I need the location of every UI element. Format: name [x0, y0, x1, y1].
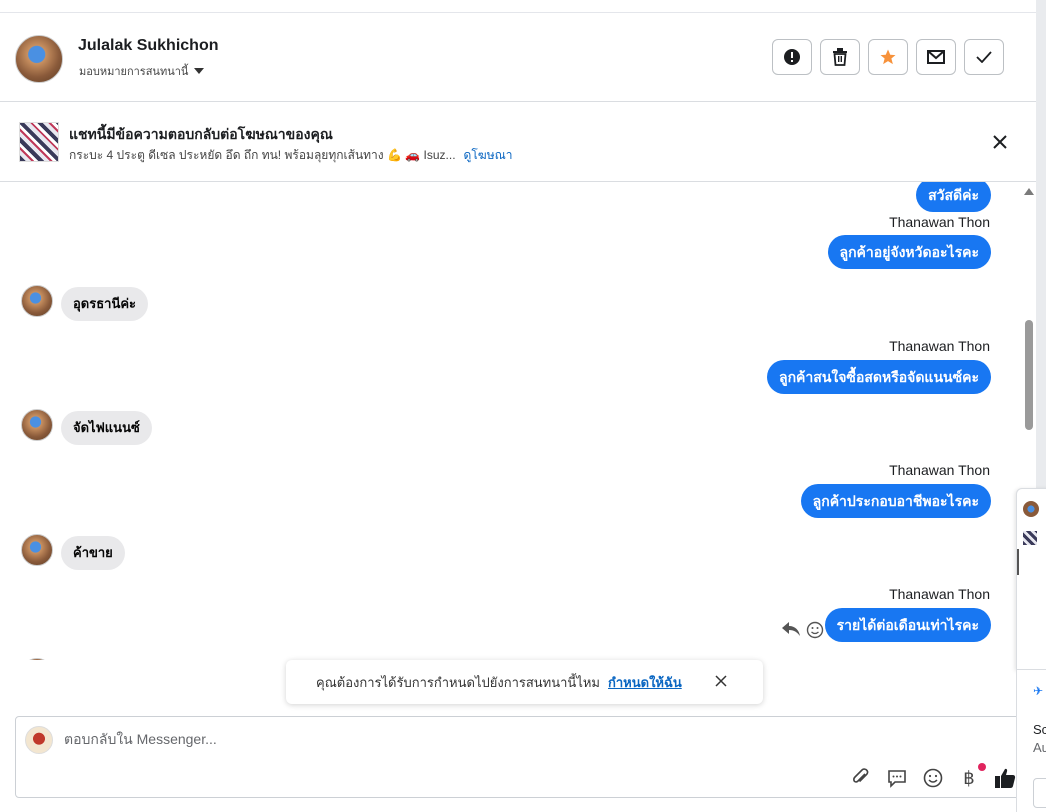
check-icon [976, 51, 992, 63]
side-panel-button[interactable] [1033, 778, 1046, 808]
star-button[interactable] [868, 39, 908, 75]
message-bubble-outgoing[interactable]: รายได้ต่อเดือนเท่าไรคะ [824, 608, 991, 642]
assign-prompt-text: คุณต้องการได้รับการกำหนดไปยังการสนทนานี้… [316, 674, 600, 690]
trash-icon [833, 48, 847, 66]
assign-dropdown[interactable]: มอบหมายการสนทนานี้ [79, 62, 205, 80]
assign-prompt-toast: คุณต้องการได้รับการกำหนดไปยังการสนทนานี้… [286, 660, 763, 704]
header-actions [772, 39, 1004, 75]
messenger-inbox-page: Julalak Sukhichon มอบหมายการสนทนานี้ แชท… [0, 0, 1046, 812]
message-bubble-incoming[interactable]: อุดรธานีค่ะ [61, 287, 149, 321]
notification-dot [978, 763, 986, 771]
react-emoji-icon[interactable] [806, 621, 824, 639]
chat-bubble-icon[interactable] [886, 767, 908, 789]
contact-avatar-small[interactable] [21, 658, 53, 660]
side-panel-text: Sc [1033, 722, 1046, 737]
paperclip-icon[interactable] [850, 767, 872, 789]
ad-banner-subtitle: กระบะ 4 ประตู ดีเซล ประหยัด อึด ถึก ทน! … [69, 146, 512, 165]
scroll-up-arrow[interactable] [1024, 188, 1034, 195]
emoji-icon[interactable] [922, 767, 944, 789]
envelope-icon [927, 50, 945, 64]
contact-avatar[interactable] [15, 35, 63, 83]
message-thread[interactable]: สวัสดีค่ะ Thanawan Thon ลูกค้าอยู่จังหวั… [0, 182, 1020, 660]
message-bubble-incoming[interactable]: ค้าขาย [61, 536, 125, 570]
ad-reply-banner: แชทนี้มีข้อความตอบกลับต่อโฆษณาของคุณ กระ… [0, 102, 1036, 182]
scrollbar-thumb[interactable] [1025, 320, 1033, 430]
message-composer: ฿ [15, 716, 1025, 798]
secondary-chat-panel[interactable] [1016, 488, 1046, 670]
page-avatar [25, 726, 53, 754]
ad-thumbnail [1023, 531, 1037, 545]
sender-name: Thanawan Thon [889, 462, 990, 478]
mark-done-button[interactable] [964, 39, 1004, 75]
spam-button[interactable] [772, 39, 812, 75]
caret-down-icon [194, 68, 205, 74]
star-icon [880, 49, 896, 65]
message-bubble-incoming[interactable]: จัดไฟแนนซ์ [61, 411, 152, 445]
ad-thumbnail[interactable] [19, 122, 59, 162]
contact-avatar-small[interactable] [21, 285, 53, 317]
assign-label: มอบหมายการสนทนานี้ [79, 66, 189, 78]
contact-avatar-small[interactable] [21, 409, 53, 441]
contact-avatar-small[interactable] [21, 534, 53, 566]
assign-to-me-link[interactable]: กำหนดให้ฉัน [608, 672, 682, 693]
reply-input[interactable] [64, 731, 964, 747]
ad-description: กระบะ 4 ประตู ดีเซล ประหยัด อึด ถึก ทน! … [69, 148, 456, 162]
sender-name: Thanawan Thon [889, 338, 990, 354]
mark-unread-button[interactable] [916, 39, 956, 75]
divider [1017, 549, 1019, 575]
conversation-header: Julalak Sukhichon มอบหมายการสนทนานี้ [0, 12, 1036, 102]
window-edge [1036, 0, 1046, 490]
ad-banner-title: แชทนี้มีข้อความตอบกลับต่อโฆษณาของคุณ [69, 126, 333, 142]
message-bubble-outgoing[interactable]: ลูกค้าสนใจซื้อสดหรือจัดแนนซ์คะ [767, 360, 991, 394]
close-icon[interactable] [990, 132, 1010, 152]
message-bubble-outgoing[interactable]: สวัสดีค่ะ [916, 182, 991, 212]
composer-toolbar: ฿ [850, 763, 1016, 789]
message-bubble-outgoing[interactable]: ลูกค้าประกอบอาชีพอะไรคะ [800, 484, 991, 518]
view-ad-link[interactable]: ดูโฆษณา [464, 148, 513, 162]
message-bubble-outgoing[interactable]: ลูกค้าอยู่จังหวัดอะไรคะ [827, 235, 991, 269]
exclamation-icon [784, 49, 800, 65]
thumbs-up-icon[interactable] [994, 767, 1016, 789]
side-panel-subtext: Au [1033, 740, 1046, 755]
sender-name: Thanawan Thon [889, 586, 990, 602]
sender-name: Thanawan Thon [889, 214, 990, 230]
secondary-panel-body: ✈ Sc Au [1016, 670, 1046, 812]
delete-button[interactable] [820, 39, 860, 75]
baht-icon[interactable]: ฿ [958, 763, 986, 789]
baht-symbol: ฿ [963, 767, 975, 788]
contact-avatar-small [1023, 501, 1039, 517]
close-icon[interactable] [714, 674, 728, 688]
link-icon: ✈ [1033, 684, 1044, 698]
reply-icon[interactable] [781, 620, 801, 638]
contact-name[interactable]: Julalak Sukhichon [78, 37, 218, 55]
